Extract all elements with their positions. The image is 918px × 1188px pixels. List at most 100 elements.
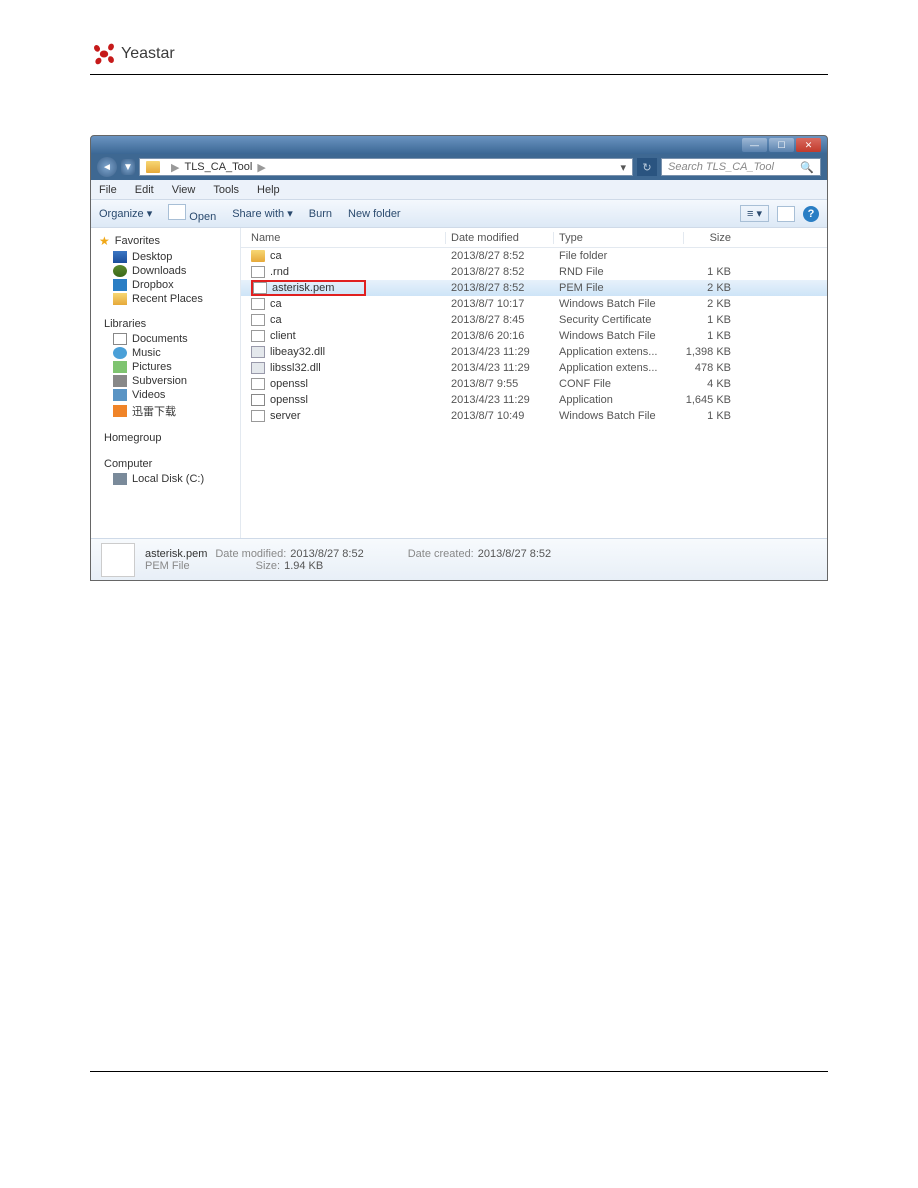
breadcrumb-sep: ▶ [171, 161, 179, 174]
xunlei-icon [113, 405, 127, 417]
documents-icon [113, 333, 127, 345]
nav-music[interactable]: Music [91, 346, 240, 360]
menu-file[interactable]: File [99, 184, 117, 196]
view-mode-button[interactable]: ≡ ▾ [740, 205, 769, 222]
col-size[interactable]: Size [684, 232, 739, 244]
nav-desktop[interactable]: Desktop [91, 250, 240, 264]
file-name: ca [270, 314, 282, 326]
forward-dropdown[interactable]: ▼ [121, 159, 135, 175]
details-filetype: PEM File [145, 560, 190, 572]
details-created-value: 2013/8/27 8:52 [478, 548, 551, 560]
menu-help[interactable]: Help [257, 184, 280, 196]
preview-pane-button[interactable] [777, 206, 795, 222]
nav-recent[interactable]: Recent Places [91, 292, 240, 306]
yeastar-logo: Yeastar [90, 40, 175, 68]
nav-localdisk[interactable]: Local Disk (C:) [91, 472, 240, 486]
newfolder-button[interactable]: New folder [348, 208, 401, 220]
nav-pictures[interactable]: Pictures [91, 360, 240, 374]
file-icon [251, 298, 265, 310]
downloads-icon [113, 265, 127, 277]
file-row[interactable]: ca2013/8/27 8:45Security Certificate1 KB [241, 312, 827, 328]
menu-tools[interactable]: Tools [213, 184, 239, 196]
homegroup-header[interactable]: Homegroup [91, 430, 240, 446]
nav-dropbox[interactable]: Dropbox [91, 278, 240, 292]
breadcrumb-segment[interactable]: TLS_CA_Tool [184, 161, 252, 173]
file-name: ca [270, 250, 282, 262]
star-icon: ★ [99, 234, 110, 248]
file-icon [251, 394, 265, 406]
details-file-icon [101, 543, 135, 577]
search-icon: 🔍 [800, 161, 814, 174]
details-size-label: Size: [256, 560, 280, 572]
search-placeholder: Search TLS_CA_Tool [668, 161, 774, 173]
open-button[interactable]: Open [168, 204, 216, 223]
file-row[interactable]: ca2013/8/27 8:52File folder [241, 248, 827, 264]
file-row[interactable]: asterisk.pem2013/8/27 8:52PEM File2 KB [241, 280, 827, 296]
file-row[interactable]: server2013/8/7 10:49Windows Batch File1 … [241, 408, 827, 424]
file-row[interactable]: client2013/8/6 20:16Windows Batch File1 … [241, 328, 827, 344]
videos-icon [113, 389, 127, 401]
menu-view[interactable]: View [172, 184, 196, 196]
file-list: ca2013/8/27 8:52File folder.rnd2013/8/27… [241, 248, 827, 538]
col-name[interactable]: Name [241, 232, 446, 244]
column-headers: Name Date modified Type Size [241, 228, 827, 248]
file-icon [251, 266, 265, 278]
nav-downloads[interactable]: Downloads [91, 264, 240, 278]
file-name: libeay32.dll [270, 346, 325, 358]
music-icon [113, 347, 127, 359]
file-row[interactable]: .rnd2013/8/27 8:52RND File1 KB [241, 264, 827, 280]
back-button[interactable]: ◄ [97, 157, 117, 177]
burn-button[interactable]: Burn [309, 208, 332, 220]
file-icon [251, 378, 265, 390]
nav-xunlei[interactable]: 迅雷下载 [91, 402, 240, 420]
details-size-value: 1.94 KB [284, 560, 323, 572]
page-header: Yeastar [90, 40, 828, 75]
col-date[interactable]: Date modified [446, 232, 554, 244]
breadcrumb-sep: ▶ [257, 161, 265, 174]
nav-videos[interactable]: Videos [91, 388, 240, 402]
file-row[interactable]: openssl2013/4/23 11:29Application1,645 K… [241, 392, 827, 408]
computer-header[interactable]: Computer [91, 456, 240, 472]
navigation-pane: ★Favorites Desktop Downloads Dropbox Rec… [91, 228, 241, 538]
details-modified-label: Date modified: [215, 548, 286, 560]
organize-button[interactable]: Organize ▾ [99, 207, 152, 220]
footer-line [90, 1071, 828, 1072]
maximize-button[interactable]: ☐ [769, 138, 794, 152]
file-icon [251, 250, 265, 262]
nav-documents[interactable]: Documents [91, 332, 240, 346]
help-button[interactable]: ? [803, 206, 819, 222]
favorites-header[interactable]: ★Favorites [91, 232, 240, 250]
file-row[interactable]: libeay32.dll2013/4/23 11:29Application e… [241, 344, 827, 360]
menu-edit[interactable]: Edit [135, 184, 154, 196]
file-name: server [270, 410, 301, 422]
file-icon [251, 330, 265, 342]
file-row[interactable]: openssl2013/8/7 9:55CONF File4 KB [241, 376, 827, 392]
minimize-button[interactable]: — [742, 138, 767, 152]
nav-subversion[interactable]: Subversion [91, 374, 240, 388]
file-row[interactable]: libssl32.dll2013/4/23 11:29Application e… [241, 360, 827, 376]
breadcrumb[interactable]: ▶ TLS_CA_Tool ▶ ▾ [139, 158, 633, 176]
yeastar-logo-icon [90, 40, 118, 68]
file-name: .rnd [270, 266, 289, 278]
file-row[interactable]: ca2013/8/7 10:17Windows Batch File2 KB [241, 296, 827, 312]
col-type[interactable]: Type [554, 232, 684, 244]
libraries-header[interactable]: Libraries [91, 316, 240, 332]
file-icon [251, 346, 265, 358]
recent-icon [113, 293, 127, 305]
details-filename: asterisk.pem [145, 548, 207, 560]
file-name: openssl [270, 378, 308, 390]
file-name: asterisk.pem [272, 282, 334, 294]
file-icon [251, 410, 265, 422]
explorer-window: — ☐ ✕ ◄ ▼ ▶ TLS_CA_Tool ▶ ▾ ↻ Search TLS… [90, 135, 828, 581]
refresh-button[interactable]: ↻ [637, 158, 657, 176]
details-pane: asterisk.pem Date modified: 2013/8/27 8:… [91, 538, 827, 580]
file-icon [168, 204, 186, 220]
file-icon [253, 282, 267, 294]
subversion-icon [113, 375, 127, 387]
share-button[interactable]: Share with ▾ [232, 207, 293, 220]
file-name: openssl [270, 394, 308, 406]
title-bar: — ☐ ✕ [91, 136, 827, 154]
close-button[interactable]: ✕ [796, 138, 821, 152]
desktop-icon [113, 251, 127, 263]
search-input[interactable]: Search TLS_CA_Tool 🔍 [661, 158, 821, 176]
